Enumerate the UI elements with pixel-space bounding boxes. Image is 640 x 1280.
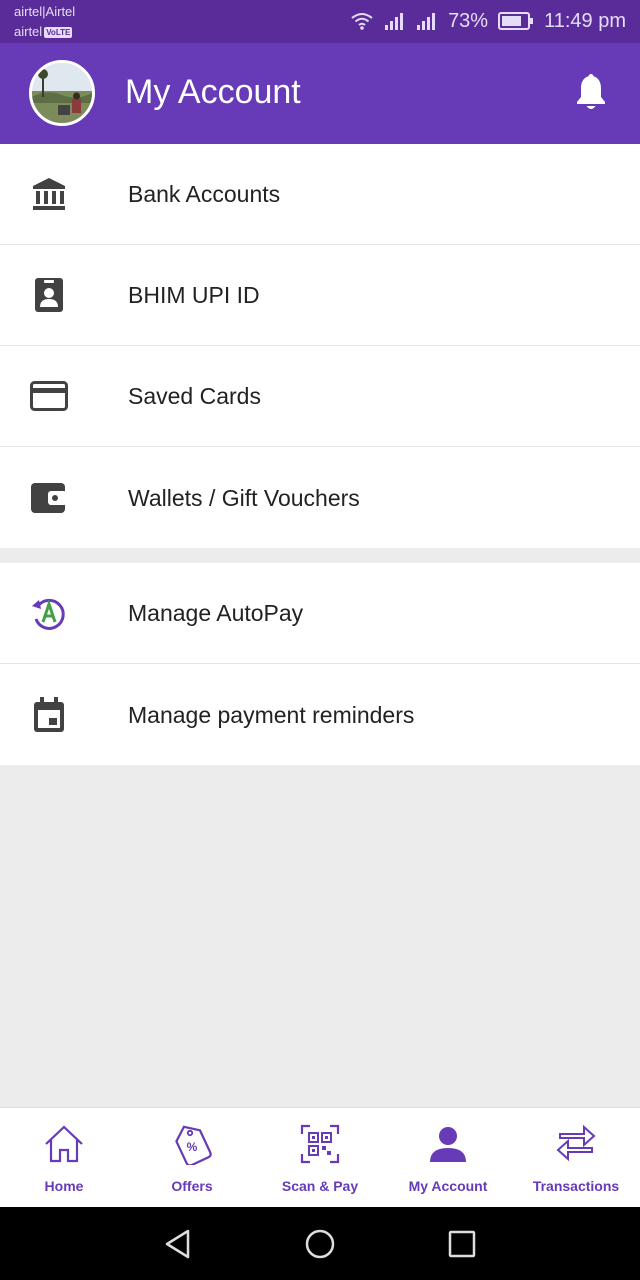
menu-label: Saved Cards — [128, 383, 261, 409]
back-triangle-icon[interactable] — [160, 1227, 196, 1261]
menu-item-manage-payment-reminders[interactable]: Manage payment reminders — [0, 664, 640, 765]
nav-tab-my-account[interactable]: My Account — [384, 1108, 512, 1207]
nav-tab-transactions[interactable]: Transactions — [512, 1108, 640, 1207]
nav-label: Scan & Pay — [281, 1178, 359, 1194]
nav-label: Home — [44, 1178, 84, 1194]
bank-icon — [29, 174, 69, 214]
nav-tab-scan-and-pay[interactable]: Scan & Pay — [256, 1108, 384, 1207]
home-circle-icon[interactable] — [302, 1227, 338, 1261]
clock-time: 11:49 pm — [544, 9, 626, 32]
page-title: My Account — [125, 73, 301, 111]
nav-tab-offers[interactable]: % Offers — [128, 1108, 256, 1207]
signal-strength-icon-sim1 — [384, 11, 406, 31]
credit-card-icon — [29, 376, 69, 416]
calendar-icon — [29, 695, 69, 735]
volte-badge: VoLTE — [44, 27, 73, 39]
carrier-name-sim1: airtel|Airtel — [14, 4, 76, 19]
payment-menu: Manage AutoPay Manage payment reminders — [0, 563, 640, 765]
menu-label: Manage AutoPay — [128, 600, 304, 626]
battery-icon — [498, 12, 534, 30]
bottom-navigation: Home % Offers Scan & Pay My Account Tran… — [0, 1107, 640, 1207]
nav-tab-home[interactable]: Home — [0, 1108, 128, 1207]
transactions-arrows-icon — [554, 1122, 598, 1166]
qr-scan-icon — [298, 1122, 342, 1166]
wifi-icon — [350, 11, 374, 31]
notifications-bell-icon[interactable] — [570, 71, 612, 113]
nav-label: My Account — [408, 1178, 488, 1194]
status-bar: airtel|Airtel airtel VoLTE 73% 11:49 pm — [0, 0, 640, 43]
signal-strength-icon-sim2 — [416, 11, 438, 31]
avatar-photo — [32, 63, 92, 123]
offers-tag-icon: % — [170, 1122, 214, 1166]
account-menu: Bank Accounts BHIM UPI ID Saved Cards Wa… — [0, 144, 640, 548]
menu-item-wallets-gift-vouchers[interactable]: Wallets / Gift Vouchers — [0, 447, 640, 548]
recents-square-icon[interactable] — [444, 1227, 480, 1261]
app-header: My Account — [0, 43, 640, 144]
menu-label: Wallets / Gift Vouchers — [128, 484, 360, 511]
menu-item-bhim-upi-id[interactable]: BHIM UPI ID — [0, 245, 640, 346]
system-navigation-bar — [0, 1207, 640, 1280]
menu-item-bank-accounts[interactable]: Bank Accounts — [0, 144, 640, 245]
status-indicators: 73% 11:49 pm — [350, 8, 626, 34]
menu-label: BHIM UPI ID — [128, 282, 260, 308]
menu-item-manage-autopay[interactable]: Manage AutoPay — [0, 563, 640, 664]
nav-label: Offers — [171, 1178, 213, 1194]
avatar[interactable] — [29, 60, 95, 126]
svg-text:%: % — [187, 1140, 198, 1154]
wallet-icon — [29, 478, 69, 518]
battery-percent: 73% — [448, 9, 489, 32]
menu-item-saved-cards[interactable]: Saved Cards — [0, 346, 640, 447]
menu-label: Bank Accounts — [128, 181, 281, 207]
carrier-name-sim2: airtel VoLTE — [14, 24, 73, 40]
id-badge-icon — [29, 275, 69, 315]
carrier-label: airtel — [14, 24, 43, 39]
autopay-icon — [29, 593, 69, 633]
home-icon — [42, 1122, 86, 1166]
nav-label: Transactions — [532, 1178, 620, 1194]
account-person-icon — [426, 1122, 470, 1166]
menu-label: Manage payment reminders — [128, 701, 415, 728]
